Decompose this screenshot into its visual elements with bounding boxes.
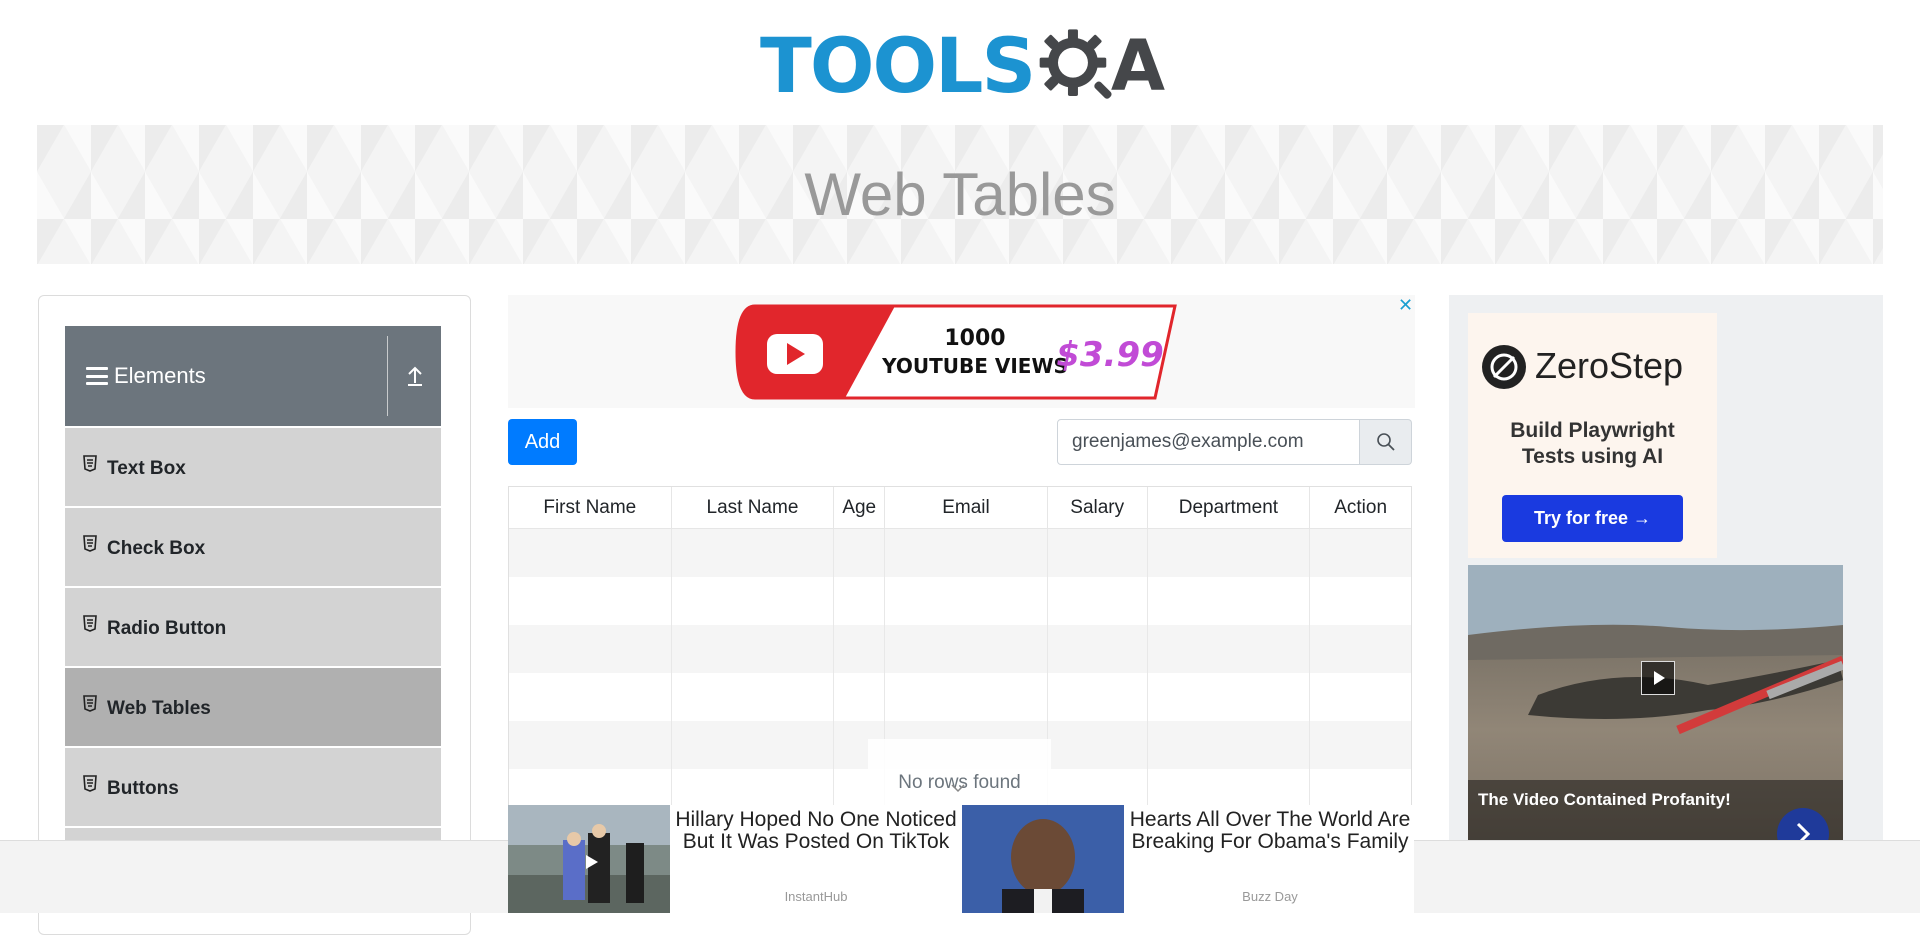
zerostep-brand: ZeroStep xyxy=(1535,345,1684,386)
yt-ad-line2: YOUTUBE VIEWS xyxy=(881,354,1068,378)
close-icon[interactable]: ✕ xyxy=(1398,296,1416,314)
column-header-salary[interactable]: Salary xyxy=(1048,487,1148,528)
column-header-age[interactable]: Age xyxy=(834,487,886,528)
sidebar-item-buttons[interactable]: Buttons xyxy=(65,748,441,826)
logo-text-a: A xyxy=(1110,25,1165,107)
sidebar-item-label: Check Box xyxy=(107,538,206,559)
try-for-free-button[interactable]: Try for free → xyxy=(1502,495,1683,542)
column-header-last-name[interactable]: Last Name xyxy=(672,487,835,528)
page-title: Web Tables xyxy=(804,161,1116,228)
column-header-action[interactable]: Action xyxy=(1310,487,1411,528)
html-doc-icon xyxy=(83,775,97,792)
search-button[interactable] xyxy=(1360,419,1412,465)
column-header-department[interactable]: Department xyxy=(1148,487,1311,528)
column-header-first-name[interactable]: First Name xyxy=(509,487,672,528)
news-story-1[interactable]: Hillary Hoped No One Noticed But It Was … xyxy=(508,805,962,913)
collapse-up-icon[interactable] xyxy=(405,364,425,388)
sidebar-item-label: Text Box xyxy=(107,458,186,479)
story-thumbnail xyxy=(508,805,670,913)
sidebar-item-check-box[interactable]: Check Box xyxy=(65,508,441,586)
toolsqa-logo[interactable]: TOOLS A xyxy=(760,18,1165,114)
play-icon[interactable] xyxy=(1641,661,1675,695)
header-divider xyxy=(387,336,388,416)
sidebar-item-radio-button[interactable]: Radio Button xyxy=(65,588,441,666)
yt-ad-price: $3.99 xyxy=(1056,335,1164,375)
html-doc-icon xyxy=(83,695,97,712)
table-row xyxy=(509,577,1411,625)
table-row xyxy=(509,625,1411,673)
sidebar-item-label: Buttons xyxy=(107,778,179,799)
header: TOOLS A xyxy=(0,0,1920,125)
search-icon xyxy=(1376,433,1395,451)
logo-text: TOOLS xyxy=(760,21,1036,110)
chevron-down-icon[interactable] xyxy=(950,782,966,794)
story-headline: Hillary Hoped No One Noticed But It Was … xyxy=(675,808,957,853)
table-row xyxy=(509,529,1411,577)
sidebar-group-title: Elements xyxy=(114,363,206,388)
search-input[interactable] xyxy=(1057,419,1360,465)
hamburger-icon xyxy=(86,367,108,385)
gear-magnifier-icon xyxy=(1039,29,1112,99)
sidebar-menu: Text Box Check Box Radio Button Web Tabl… xyxy=(65,428,441,908)
search-box xyxy=(1057,419,1412,465)
html-doc-icon xyxy=(83,535,97,552)
sidebar-group-elements[interactable]: Elements xyxy=(65,326,441,426)
zerostep-tagline: Build Playwright Tests using AI xyxy=(1468,418,1717,470)
html-doc-icon xyxy=(83,455,97,472)
column-header-email[interactable]: Email xyxy=(885,487,1048,528)
sidebar-item-label: Radio Button xyxy=(107,618,227,639)
add-button[interactable]: Add xyxy=(508,419,577,465)
sidebar-item-label: Web Tables xyxy=(107,698,211,719)
zerostep-tagline-line1: Build Playwright xyxy=(1510,419,1675,442)
sidebar-item-text-box[interactable]: Text Box xyxy=(65,428,441,506)
yt-ad-line1: 1000 xyxy=(944,326,1005,351)
youtube-ad-graphic[interactable]: 1000 YOUTUBE VIEWS $3.99 xyxy=(735,298,1180,403)
sidebar-item-web-tables[interactable]: Web Tables xyxy=(65,668,441,746)
table-row xyxy=(509,673,1411,721)
news-story-2[interactable]: Hearts All Over The World Are Breaking F… xyxy=(962,805,1414,913)
html-doc-icon xyxy=(83,615,97,632)
table-header: First Name Last Name Age Email Salary De… xyxy=(509,487,1411,529)
video-ad[interactable]: The Video Contained Profanity! xyxy=(1468,565,1843,840)
zerostep-logo-icon xyxy=(1482,345,1526,389)
story-source: Buzz Day xyxy=(1242,889,1298,904)
sidebar: Elements Text Box Check Box Radio Button… xyxy=(38,295,471,935)
video-caption: The Video Contained Profanity! xyxy=(1478,790,1731,809)
page-banner: Web Tables xyxy=(37,125,1883,264)
story-thumbnail xyxy=(962,805,1124,913)
story-headline: Hearts All Over The World Are Breaking F… xyxy=(1129,808,1411,853)
zerostep-tagline-line2: Tests using AI xyxy=(1521,445,1664,468)
story-source: InstantHub xyxy=(784,889,848,904)
